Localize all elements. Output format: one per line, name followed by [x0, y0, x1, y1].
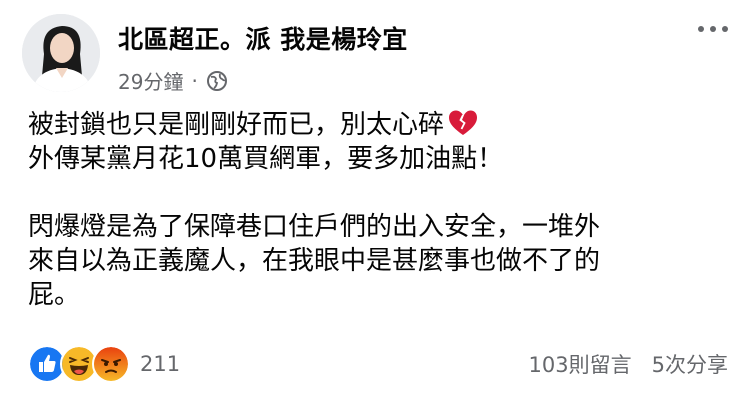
post-line-text: 被封鎖也只是剛剛好而已，別太心碎 [28, 110, 445, 140]
globe-icon[interactable] [206, 70, 228, 92]
post-line: 屁。 [28, 280, 81, 310]
post-footer: 211 103則留言 5次分享 [28, 344, 728, 384]
share-count[interactable]: 5次分享 [652, 349, 728, 379]
avatar[interactable] [22, 14, 100, 92]
post-time[interactable]: 29分鐘 [118, 66, 183, 95]
post-line: 來自以為正義魔人，在我眼中是甚麼事也做不了的 [28, 246, 601, 276]
author-name[interactable]: 北區超正。派 我是楊玲宜 [118, 20, 408, 56]
reactions-summary[interactable]: 211 [28, 345, 180, 383]
reaction-count[interactable]: 211 [140, 352, 180, 376]
meta-separator: · [191, 68, 198, 93]
post-line: 外傳某黨月花10萬買網軍，要多加油點！ [28, 144, 504, 174]
broken-heart-icon [448, 109, 478, 137]
comment-count[interactable]: 103則留言 [529, 349, 632, 379]
post-meta: 29分鐘 · [118, 66, 228, 95]
post-stats: 103則留言 5次分享 [529, 349, 728, 379]
more-options-icon[interactable] [698, 26, 728, 32]
post-content: 被封鎖也只是剛剛好而已，別太心碎 外傳某黨月花10萬買網軍，要多加油點！ 閃爆燈… [28, 108, 728, 312]
post-line: 閃爆燈是為了保障巷口住戶們的出入安全，一堆外 [28, 212, 601, 242]
post-line: 被封鎖也只是剛剛好而已，別太心碎 [28, 108, 728, 142]
avatar-image [22, 14, 100, 92]
angry-icon [92, 345, 130, 383]
